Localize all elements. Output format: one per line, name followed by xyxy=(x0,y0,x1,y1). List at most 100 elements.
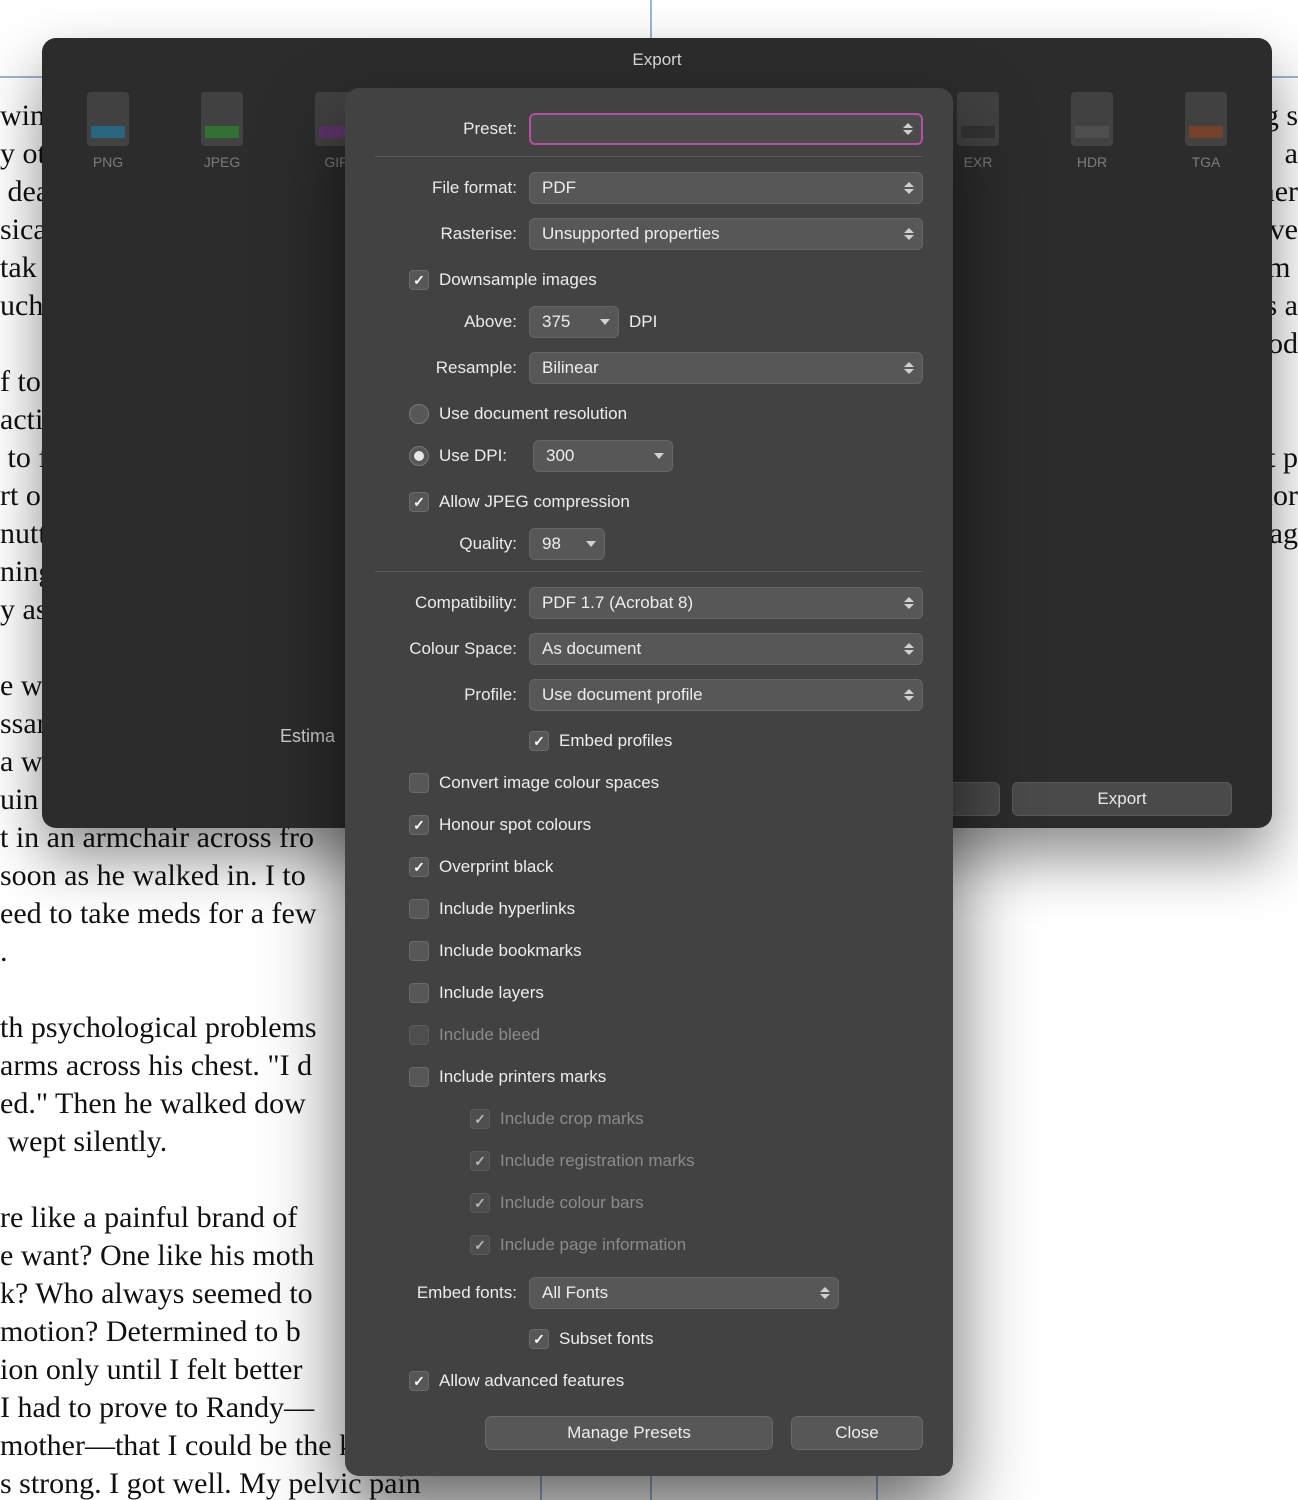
doc-text: y as xyxy=(0,590,48,630)
estimated-size-label: Estima xyxy=(280,726,335,747)
include-registration-marks-label: Include registration marks xyxy=(500,1151,695,1171)
format-label: TGA xyxy=(1170,154,1242,170)
preset-label: Preset: xyxy=(375,119,529,139)
profile-label: Profile: xyxy=(375,685,529,705)
doc-text: k? Who always seemed to xyxy=(0,1274,313,1314)
file-format-select[interactable]: PDF xyxy=(529,172,923,204)
subset-fonts-label: Subset fonts xyxy=(559,1329,654,1349)
quality-value: 98 xyxy=(542,534,561,554)
doc-text: wept silently. xyxy=(0,1122,167,1162)
preset-select[interactable] xyxy=(529,113,923,145)
doc-text: th psychological problems xyxy=(0,1008,317,1048)
include-hyperlinks-label: Include hyperlinks xyxy=(439,899,575,919)
include-page-information-checkbox xyxy=(470,1235,490,1255)
quality-field[interactable]: 98 xyxy=(529,528,605,560)
profile-select[interactable]: Use document profile xyxy=(529,679,923,711)
downsample-label: Downsample images xyxy=(439,270,597,290)
include-bleed-label: Include bleed xyxy=(439,1025,540,1045)
convert-image-cs-checkbox[interactable] xyxy=(409,773,429,793)
rasterise-value: Unsupported properties xyxy=(542,224,720,244)
stepper-arrows-icon xyxy=(902,358,916,378)
doc-text: soon as he walked in. I to xyxy=(0,856,306,896)
format-item-jpeg[interactable]: JPEG xyxy=(186,92,258,170)
include-layers-label: Include layers xyxy=(439,983,544,1003)
manage-presets-button[interactable]: Manage Presets xyxy=(485,1416,773,1450)
pdf-export-panel: Preset: File format: PDF Rasterise: Unsu… xyxy=(345,88,953,1476)
export-title: Export xyxy=(42,38,1272,78)
colour-space-select[interactable]: As document xyxy=(529,633,923,665)
file-format-label: File format: xyxy=(375,178,529,198)
doc-text: uch xyxy=(0,286,43,326)
subset-fonts-checkbox[interactable] xyxy=(529,1329,549,1349)
doc-text: ion only until I felt better xyxy=(0,1350,302,1390)
include-registration-marks-checkbox xyxy=(470,1151,490,1171)
doc-text: sica xyxy=(0,210,47,250)
include-printers-marks-checkbox[interactable] xyxy=(409,1067,429,1087)
include-colour-bars-checkbox xyxy=(470,1193,490,1213)
separator xyxy=(375,571,923,572)
format-label: HDR xyxy=(1056,154,1128,170)
rasterise-select[interactable]: Unsupported properties xyxy=(529,218,923,250)
close-button[interactable]: Close xyxy=(791,1416,923,1450)
include-bleed-checkbox xyxy=(409,1025,429,1045)
include-layers-checkbox[interactable] xyxy=(409,983,429,1003)
stepper-arrows-icon xyxy=(902,685,916,705)
allow-jpeg-checkbox[interactable] xyxy=(409,492,429,512)
separator xyxy=(375,156,923,157)
resample-select[interactable]: Bilinear xyxy=(529,352,923,384)
doc-text: arms across his chest. "I d xyxy=(0,1046,312,1086)
doc-text: y ot xyxy=(0,134,46,174)
downsample-checkbox[interactable] xyxy=(409,270,429,290)
doc-text: win xyxy=(0,96,45,136)
use-doc-resolution-label: Use document resolution xyxy=(439,404,627,424)
compatibility-select[interactable]: PDF 1.7 (Acrobat 8) xyxy=(529,587,923,619)
doc-text: eed to take meds for a few xyxy=(0,894,317,934)
chevron-down-icon xyxy=(598,312,612,332)
stepper-arrows-icon xyxy=(902,224,916,244)
embed-profiles-label: Embed profiles xyxy=(559,731,672,751)
embed-fonts-value: All Fonts xyxy=(542,1283,608,1303)
doc-text: e want? One like his moth xyxy=(0,1236,314,1276)
include-colour-bars-label: Include colour bars xyxy=(500,1193,644,1213)
resample-label: Resample: xyxy=(375,358,529,378)
above-dpi-field[interactable]: 375 xyxy=(529,306,619,338)
above-dpi-value: 375 xyxy=(542,312,570,332)
include-bookmarks-label: Include bookmarks xyxy=(439,941,582,961)
export-button[interactable]: Export xyxy=(1012,782,1232,816)
compatibility-label: Compatibility: xyxy=(375,593,529,613)
use-dpi-value: 300 xyxy=(546,446,574,466)
profile-value: Use document profile xyxy=(542,685,703,705)
rasterise-label: Rasterise: xyxy=(375,224,529,244)
file-icon xyxy=(1071,92,1113,146)
use-dpi-radio[interactable] xyxy=(409,446,429,466)
include-hyperlinks-checkbox[interactable] xyxy=(409,899,429,919)
doc-text: rt o xyxy=(0,476,41,516)
include-page-information-label: Include page information xyxy=(500,1235,686,1255)
include-printers-marks-label: Include printers marks xyxy=(439,1067,606,1087)
allow-advanced-checkbox[interactable] xyxy=(409,1371,429,1391)
use-dpi-label: Use DPI: xyxy=(439,446,523,466)
dpi-unit: DPI xyxy=(629,312,657,332)
include-crop-marks-checkbox xyxy=(470,1109,490,1129)
allow-advanced-label: Allow advanced features xyxy=(439,1371,624,1391)
stepper-arrows-icon xyxy=(818,1283,832,1303)
chevron-down-icon xyxy=(652,446,666,466)
format-label: JPEG xyxy=(186,154,258,170)
embed-fonts-select[interactable]: All Fonts xyxy=(529,1277,839,1309)
chevron-down-icon xyxy=(584,534,598,554)
format-item-png[interactable]: PNG xyxy=(72,92,144,170)
doc-text: uin xyxy=(0,780,38,820)
format-item-tga[interactable]: TGA xyxy=(1170,92,1242,170)
format-item-hdr[interactable]: HDR xyxy=(1056,92,1128,170)
doc-text: . xyxy=(0,932,8,972)
use-dpi-field[interactable]: 300 xyxy=(533,440,673,472)
honour-spot-checkbox[interactable] xyxy=(409,815,429,835)
include-bookmarks-checkbox[interactable] xyxy=(409,941,429,961)
embed-profiles-checkbox[interactable] xyxy=(529,731,549,751)
doc-text: ssar xyxy=(0,704,47,744)
overprint-black-label: Overprint black xyxy=(439,857,553,877)
colour-space-label: Colour Space: xyxy=(375,639,529,659)
overprint-black-checkbox[interactable] xyxy=(409,857,429,877)
use-doc-resolution-radio[interactable] xyxy=(409,404,429,424)
allow-jpeg-label: Allow JPEG compression xyxy=(439,492,630,512)
